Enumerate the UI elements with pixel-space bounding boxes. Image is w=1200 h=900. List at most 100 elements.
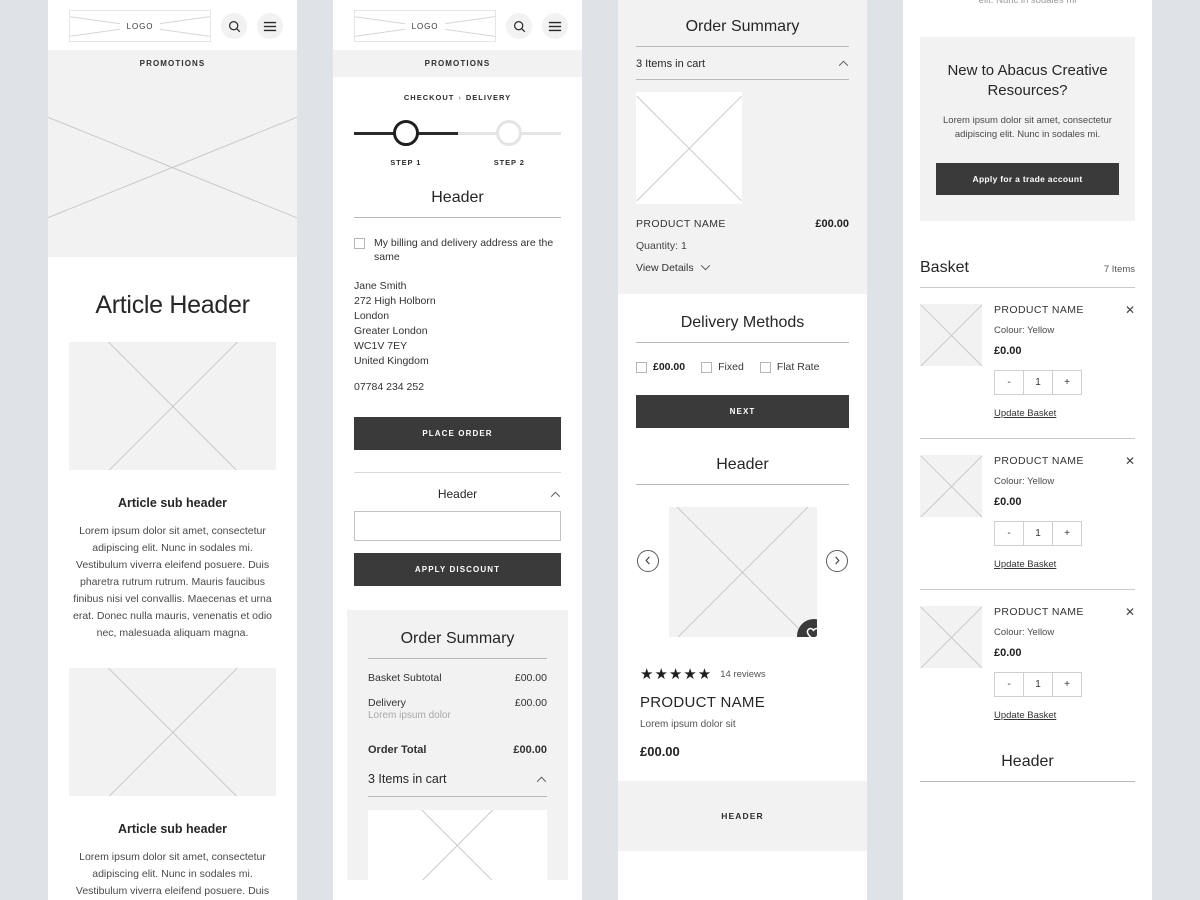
cart-item-thumbnail bbox=[636, 92, 742, 204]
quantity-stepper[interactable]: - 1 + bbox=[994, 672, 1135, 698]
quantity-decrement-button[interactable]: - bbox=[994, 370, 1024, 396]
close-icon[interactable]: ✕ bbox=[1125, 455, 1135, 467]
divider bbox=[636, 79, 849, 80]
basket-item-count: 7 Items bbox=[1103, 264, 1135, 276]
logo-label: LOGO bbox=[119, 21, 161, 31]
delivery-method-options: £00.00 Fixed Flat Rate bbox=[618, 343, 867, 373]
basket-item-price: £0.00 bbox=[994, 647, 1022, 660]
breadcrumb: CHECKOUT › DELIVERY bbox=[333, 77, 582, 116]
update-basket-link[interactable]: Update Basket bbox=[994, 559, 1056, 570]
delivery-option-fixed[interactable]: Fixed bbox=[701, 361, 744, 373]
items-in-cart-accordion[interactable]: 3 Items in cart bbox=[618, 47, 867, 79]
basket-item-colour: Colour: Yellow bbox=[994, 476, 1055, 488]
items-in-cart-label: 3 Items in cart bbox=[368, 771, 447, 786]
step-label-1: STEP 1 bbox=[390, 158, 422, 167]
article-sub-header-2: Article sub header bbox=[117, 822, 228, 836]
address-postcode: WC1V 7EY bbox=[354, 339, 408, 352]
site-header: LOGO bbox=[48, 0, 297, 50]
billing-same-label: My billing and delivery address are the … bbox=[374, 237, 554, 264]
menu-button[interactable] bbox=[542, 13, 568, 39]
step-dot-1[interactable] bbox=[392, 120, 419, 146]
delivery-option-label: Fixed bbox=[718, 361, 744, 373]
carousel-prev-button[interactable] bbox=[637, 550, 659, 572]
basket-item-thumbnail bbox=[920, 606, 982, 669]
basket-item-name: PRODUCT NAME bbox=[994, 304, 1084, 317]
update-basket-link[interactable]: Update Basket bbox=[994, 710, 1056, 721]
apply-discount-button[interactable]: APPLY DISCOUNT bbox=[354, 552, 561, 586]
summary-total-value: £00.00 bbox=[513, 743, 547, 756]
quantity-stepper[interactable]: - 1 + bbox=[994, 370, 1135, 396]
quantity-decrement-button[interactable]: - bbox=[994, 672, 1024, 698]
quantity-increment-button[interactable]: + bbox=[1052, 672, 1082, 698]
delivery-option-price[interactable]: £00.00 bbox=[636, 361, 685, 373]
chevron-up-icon[interactable] bbox=[550, 485, 561, 503]
quantity-value[interactable]: 1 bbox=[1023, 521, 1053, 547]
divider bbox=[920, 781, 1135, 783]
close-icon[interactable]: ✕ bbox=[1125, 304, 1135, 316]
chevron-right-icon bbox=[833, 552, 841, 570]
carousel-next-button[interactable] bbox=[826, 550, 848, 572]
chevron-up-icon[interactable] bbox=[536, 772, 547, 786]
promotions-bar[interactable]: PROMOTIONS bbox=[333, 50, 582, 77]
search-button[interactable] bbox=[221, 13, 247, 39]
summary-delivery-note: Lorem ipsum dolor bbox=[368, 709, 451, 721]
heart-icon bbox=[805, 626, 817, 637]
chevron-up-icon[interactable] bbox=[838, 58, 849, 70]
place-order-button[interactable]: PLACE ORDER bbox=[354, 416, 561, 450]
quantity-value[interactable]: 1 bbox=[1023, 672, 1053, 698]
logo-placeholder[interactable]: LOGO bbox=[69, 10, 211, 42]
update-basket-link[interactable]: Update Basket bbox=[994, 408, 1056, 419]
search-button[interactable] bbox=[506, 13, 532, 39]
basket-item-info: PRODUCT NAME ✕ Colour: Yellow £0.00 - 1 … bbox=[994, 455, 1135, 572]
article-image-placeholder-1 bbox=[69, 342, 276, 470]
address-city: London bbox=[354, 309, 390, 322]
delivery-option-checkbox[interactable] bbox=[701, 361, 713, 373]
product-rating: ★★★★★ 14 reviews bbox=[618, 637, 867, 682]
review-count[interactable]: 14 reviews bbox=[720, 669, 765, 680]
breadcrumb-separator: › bbox=[458, 93, 462, 102]
promotions-bar[interactable]: PROMOTIONS bbox=[48, 50, 297, 77]
logo-placeholder[interactable]: LOGO bbox=[354, 10, 496, 42]
basket-item-name: PRODUCT NAME bbox=[994, 455, 1084, 468]
quantity-increment-button[interactable]: + bbox=[1052, 521, 1082, 547]
basket-item-top-row: PRODUCT NAME ✕ bbox=[994, 304, 1135, 316]
summary-label: Delivery bbox=[368, 696, 406, 709]
order-summary-title: Order Summary bbox=[685, 18, 800, 35]
breadcrumb-checkout[interactable]: CHECKOUT bbox=[404, 93, 455, 102]
hamburger-menu-icon bbox=[263, 21, 277, 32]
apply-trade-account-button[interactable]: Apply for a trade account bbox=[936, 163, 1119, 196]
divider bbox=[368, 795, 547, 797]
next-button[interactable]: NEXT bbox=[636, 395, 849, 428]
quantity-stepper[interactable]: - 1 + bbox=[994, 521, 1135, 547]
step-dot-2[interactable] bbox=[496, 120, 523, 146]
article-body-1: Lorem ipsum dolor sit amet, consectetur … bbox=[72, 525, 273, 639]
discount-code-input[interactable] bbox=[354, 510, 561, 541]
quantity-increment-button[interactable]: + bbox=[1052, 370, 1082, 396]
quantity-decrement-button[interactable]: - bbox=[994, 521, 1024, 547]
wishlist-button[interactable] bbox=[796, 619, 817, 637]
product-price: £00.00 bbox=[640, 744, 680, 759]
menu-button[interactable] bbox=[257, 13, 283, 39]
basket-item-top-row: PRODUCT NAME ✕ bbox=[994, 455, 1135, 467]
delivery-option-label: £00.00 bbox=[653, 361, 686, 373]
items-in-cart-accordion[interactable]: 3 Items in cart bbox=[347, 756, 568, 796]
billing-same-checkbox[interactable] bbox=[354, 238, 365, 249]
delivery-option-flat-rate[interactable]: Flat Rate bbox=[759, 361, 819, 373]
basket-item-colour: Colour: Yellow bbox=[994, 325, 1055, 337]
close-icon[interactable]: ✕ bbox=[1125, 606, 1135, 618]
breadcrumb-delivery[interactable]: DELIVERY bbox=[466, 93, 511, 102]
panel-order-summary-delivery: Order Summary 3 Items in cart PRODUCT NA… bbox=[618, 0, 867, 900]
quantity-value[interactable]: 1 bbox=[1023, 370, 1053, 396]
basket-item-price: £0.00 bbox=[994, 345, 1022, 358]
discount-accordion-header[interactable]: Header bbox=[333, 473, 582, 511]
items-in-cart-label: 3 Items in cart bbox=[636, 58, 706, 70]
billing-same-checkbox-row[interactable]: My billing and delivery address are the … bbox=[333, 218, 582, 265]
panel-article: LOGO PROMOTIONS Article Header Article s… bbox=[48, 0, 297, 900]
delivery-option-checkbox[interactable] bbox=[636, 361, 647, 373]
view-details-toggle[interactable]: View Details bbox=[618, 252, 867, 274]
basket-item-info: PRODUCT NAME ✕ Colour: Yellow £0.00 - 1 … bbox=[994, 606, 1135, 723]
delivery-option-checkbox[interactable] bbox=[759, 361, 771, 373]
basket-item-thumbnail bbox=[920, 304, 982, 367]
